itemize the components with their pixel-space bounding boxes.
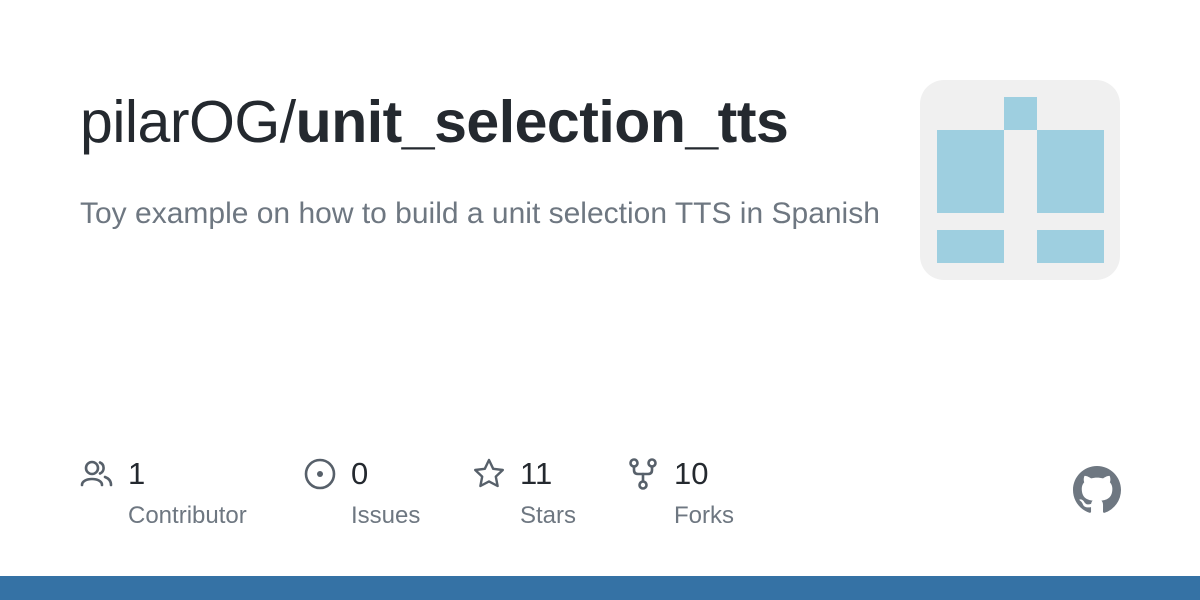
people-icon bbox=[80, 460, 113, 487]
contributors-count: 1 bbox=[128, 456, 146, 491]
forks-label: Forks bbox=[674, 502, 734, 529]
language-color-bar bbox=[0, 576, 1200, 600]
forks-count: 10 bbox=[674, 456, 709, 491]
issues-label: Issues bbox=[351, 502, 421, 529]
contributors-label: Contributor bbox=[128, 502, 247, 529]
repo-owner[interactable]: pilarOG/ bbox=[80, 89, 296, 155]
repo-description: Toy example on how to build a unit selec… bbox=[80, 197, 880, 230]
identicon-image bbox=[937, 97, 1104, 263]
stars-count: 11 bbox=[520, 456, 553, 491]
repo-name[interactable]: unit_selection_tts bbox=[296, 89, 789, 155]
issue-opened-icon bbox=[304, 458, 336, 490]
github-mark-icon[interactable] bbox=[1073, 466, 1121, 514]
repo-forked-icon bbox=[629, 458, 657, 490]
owner-avatar[interactable] bbox=[920, 80, 1120, 280]
star-icon bbox=[474, 458, 504, 488]
issues-count: 0 bbox=[351, 456, 369, 491]
repo-title: pilarOG/unit_selection_tts bbox=[80, 86, 789, 158]
stars-label: Stars bbox=[520, 502, 577, 529]
